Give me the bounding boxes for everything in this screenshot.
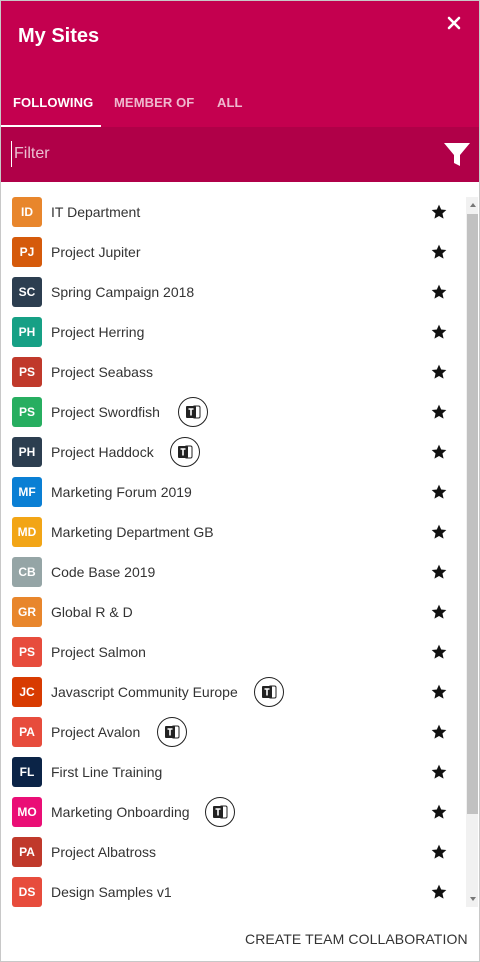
star-icon[interactable] (430, 403, 448, 421)
site-avatar: PJ (12, 237, 42, 267)
site-name: Project Swordfish (51, 404, 160, 420)
site-avatar: PA (12, 717, 42, 747)
site-name: Project Albatross (51, 844, 157, 860)
list-item[interactable]: JC Javascript Community Europe (1, 672, 461, 712)
scroll-down-arrow-icon[interactable] (470, 897, 476, 901)
site-name: Marketing Department GB (51, 524, 214, 540)
star-icon[interactable] (430, 723, 448, 741)
star-icon[interactable] (430, 443, 448, 461)
site-name: Marketing Onboarding (51, 804, 190, 820)
site-name: Marketing Forum 2019 (51, 484, 192, 500)
site-avatar: CB (12, 557, 42, 587)
site-avatar: DS (12, 877, 42, 907)
list-item[interactable]: PS Project Seabass (1, 352, 461, 392)
panel-header: My Sites FOLLOWING MEMBER OF ALL (1, 1, 479, 127)
list-item[interactable]: FL First Line Training (1, 752, 461, 792)
site-avatar: SC (12, 277, 42, 307)
star-icon[interactable] (430, 603, 448, 621)
site-avatar: FL (12, 757, 42, 787)
site-avatar: ID (12, 197, 42, 227)
list-item[interactable]: SC Spring Campaign 2018 (1, 272, 461, 312)
teams-icon (205, 797, 235, 827)
list-item[interactable]: PH Project Herring (1, 312, 461, 352)
list-item[interactable]: PS Project Salmon (1, 632, 461, 672)
teams-icon (254, 677, 284, 707)
star-icon[interactable] (430, 643, 448, 661)
site-name: Design Samples v1 (51, 884, 172, 900)
my-sites-panel: My Sites FOLLOWING MEMBER OF ALL ID IT De… (0, 0, 480, 962)
list-item[interactable]: PJ Project Jupiter (1, 232, 461, 272)
list-item[interactable]: PS Project Swordfish (1, 392, 461, 432)
site-name: Global R & D (51, 604, 133, 620)
site-name: Project Herring (51, 324, 145, 340)
list-item[interactable]: DS Design Samples v1 (1, 872, 461, 912)
site-avatar: MO (12, 797, 42, 827)
star-icon[interactable] (430, 323, 448, 341)
close-icon[interactable] (443, 12, 465, 34)
site-name: Project Haddock (51, 444, 154, 460)
teams-icon (157, 717, 187, 747)
star-icon[interactable] (430, 803, 448, 821)
filter-bar (1, 127, 479, 182)
site-name: First Line Training (51, 764, 163, 780)
site-name: Javascript Community Europe (51, 684, 238, 700)
star-icon[interactable] (430, 563, 448, 581)
site-avatar: PS (12, 397, 42, 427)
tab-member-of[interactable]: MEMBER OF (114, 95, 194, 110)
list-item[interactable]: PH Project Haddock (1, 432, 461, 472)
star-icon[interactable] (430, 523, 448, 541)
list-item[interactable]: MD Marketing Department GB (1, 512, 461, 552)
scrollbar-thumb[interactable] (467, 214, 478, 814)
site-name: IT Department (51, 204, 141, 220)
site-name: Project Seabass (51, 364, 153, 380)
site-avatar: MF (12, 477, 42, 507)
site-name: Code Base 2019 (51, 564, 156, 580)
list-item[interactable]: MO Marketing Onboarding (1, 792, 461, 832)
site-avatar: GR (12, 597, 42, 627)
list-item[interactable]: PA Project Avalon (1, 712, 461, 752)
site-name: Project Avalon (51, 724, 141, 740)
list-item[interactable]: GR Global R & D (1, 592, 461, 632)
site-name: Spring Campaign 2018 (51, 284, 195, 300)
star-icon[interactable] (430, 883, 448, 901)
star-icon[interactable] (430, 483, 448, 501)
star-icon[interactable] (430, 203, 448, 221)
teams-icon (170, 437, 200, 467)
filter-input[interactable] (11, 141, 414, 167)
create-team-collaboration-button[interactable]: CREATE TEAM COLLABORATION (245, 931, 468, 947)
tab-all[interactable]: ALL (217, 95, 243, 110)
star-icon[interactable] (430, 683, 448, 701)
site-avatar: PS (12, 637, 42, 667)
star-icon[interactable] (430, 763, 448, 781)
tab-bar: FOLLOWING MEMBER OF ALL (1, 85, 479, 127)
star-icon[interactable] (430, 283, 448, 301)
star-icon[interactable] (430, 243, 448, 261)
star-icon[interactable] (430, 843, 448, 861)
panel-title: My Sites (18, 25, 100, 47)
site-avatar: PH (12, 437, 42, 467)
site-avatar: PH (12, 317, 42, 347)
list-item[interactable]: MF Marketing Forum 2019 (1, 472, 461, 512)
site-avatar: PS (12, 357, 42, 387)
funnel-icon[interactable] (443, 141, 471, 169)
site-name: Project Jupiter (51, 244, 141, 260)
teams-icon (178, 397, 208, 427)
scroll-up-arrow-icon[interactable] (470, 203, 476, 207)
tab-following[interactable]: FOLLOWING (13, 95, 93, 110)
site-avatar: PA (12, 837, 42, 867)
list-item[interactable]: CB Code Base 2019 (1, 552, 461, 592)
site-avatar: JC (12, 677, 42, 707)
star-icon[interactable] (430, 363, 448, 381)
list-item[interactable]: PA Project Albatross (1, 832, 461, 872)
site-avatar: MD (12, 517, 42, 547)
site-name: Project Salmon (51, 644, 146, 660)
list-item[interactable]: ID IT Department (1, 192, 461, 232)
